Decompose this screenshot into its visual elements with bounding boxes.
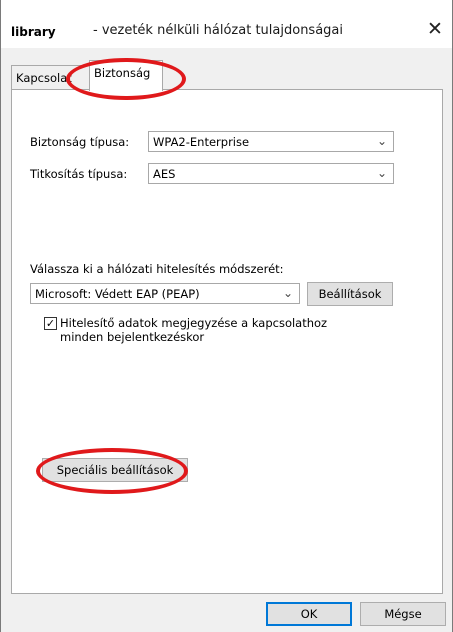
auth-method-select[interactable]: Microsoft: Védett EAP (PEAP) ⌄: [30, 283, 300, 304]
network-name: library: [11, 25, 56, 39]
auth-method-prompt: Válassza ki a hálózati hitelesítés módsz…: [30, 262, 284, 276]
chevron-down-icon: ⌄: [376, 166, 388, 180]
tab-label: Kapcsolat: [16, 71, 72, 85]
title-bar: library - vezeték nélküli hálózat tulajd…: [1, 0, 452, 48]
encryption-type-select[interactable]: AES ⌄: [148, 163, 394, 184]
window-title: - vezeték nélküli hálózat tulajdonságai: [93, 23, 343, 38]
security-panel: Biztonság típusa: WPA2-Enterprise ⌄ Titk…: [11, 89, 443, 594]
security-type-select[interactable]: WPA2-Enterprise ⌄: [148, 131, 394, 152]
auth-settings-button[interactable]: Beállítások: [307, 282, 393, 306]
tab-strip: Kapcsolat Biztonság: [11, 60, 444, 91]
remember-credentials-label: Hitelesítő adatok megjegyzése a kapcsola…: [60, 316, 328, 330]
chevron-down-icon: ⌄: [282, 286, 294, 300]
encryption-type-label: Titkosítás típusa:: [30, 167, 128, 181]
dialog-window: library - vezeték nélküli hálózat tulajd…: [0, 0, 453, 632]
remember-credentials-label-line2: minden bejelentkezéskor: [60, 330, 205, 344]
chevron-down-icon: ⌄: [376, 134, 388, 148]
auth-method-value: Microsoft: Védett EAP (PEAP): [35, 287, 200, 301]
advanced-settings-button[interactable]: Speciális beállítások: [42, 458, 188, 482]
ok-button[interactable]: OK: [266, 602, 352, 626]
encryption-type-value: AES: [153, 167, 176, 181]
tab-kapcsolat[interactable]: Kapcsolat: [11, 65, 91, 90]
remember-credentials-checkbox[interactable]: ✓: [44, 317, 57, 330]
tab-biztonsag[interactable]: Biztonság: [89, 60, 163, 91]
close-icon[interactable]: ✕: [424, 18, 446, 40]
tab-label: Biztonság: [94, 66, 151, 80]
cancel-button[interactable]: Mégse: [360, 602, 446, 626]
security-type-value: WPA2-Enterprise: [153, 135, 250, 149]
security-type-label: Biztonság típusa:: [30, 135, 130, 149]
